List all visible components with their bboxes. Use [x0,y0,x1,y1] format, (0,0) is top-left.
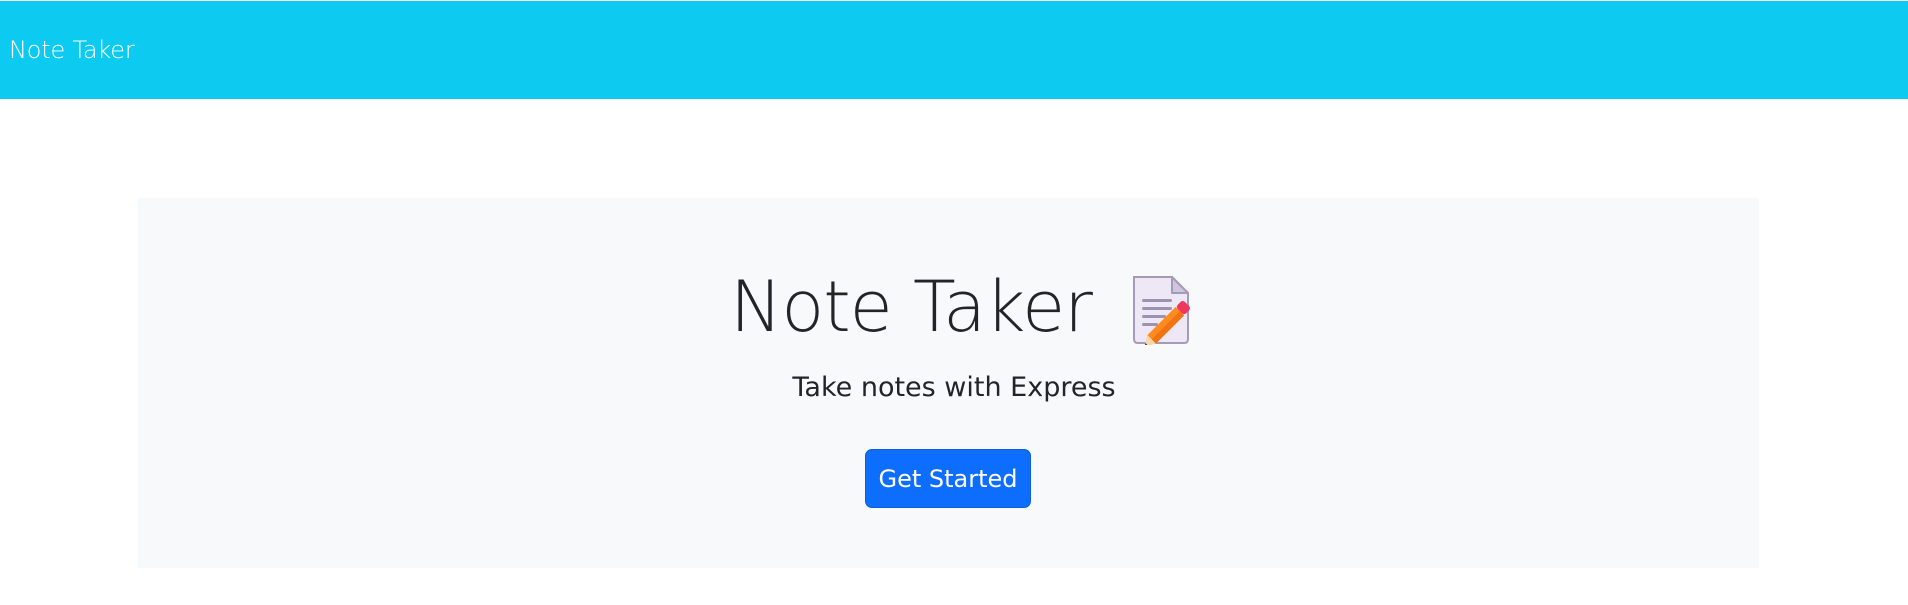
page-title: Note Taker [730,266,1093,348]
memo-pencil-icon [1132,276,1190,345]
navbar-brand[interactable]: Note Taker [9,36,135,64]
hero-subtitle: Take notes with Express [792,372,1116,403]
navbar: Note Taker [0,1,1908,99]
get-started-button[interactable]: Get Started [865,449,1031,508]
hero-title-row: Note Taker [0,262,1908,352]
get-started-wrapper: Get Started [865,449,1031,508]
